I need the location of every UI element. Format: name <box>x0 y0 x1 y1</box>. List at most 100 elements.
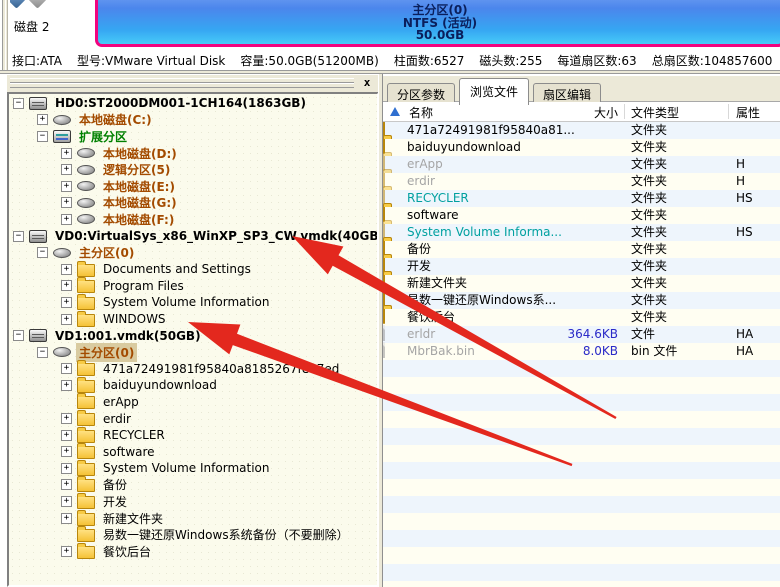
tree-expander-plus[interactable]: + <box>61 164 72 176</box>
tree-expander-plus[interactable]: + <box>61 379 72 391</box>
tree-panel-titlebar[interactable]: x <box>7 75 378 92</box>
tab-browse-files[interactable]: 浏览文件 <box>459 78 530 105</box>
tree-row[interactable]: erApp <box>9 393 377 411</box>
tree-row[interactable]: − VD0:VirtualSys_x86_WinXP_SP3_CW.vmdk(40… <box>9 228 377 245</box>
tree-expander-plus[interactable]: + <box>61 147 72 159</box>
table-row[interactable]: erldr 364.6KB 文件 HA <box>383 325 780 343</box>
table-row[interactable]: software 文件夹 <box>383 206 780 224</box>
tree-row[interactable]: + software <box>9 443 377 460</box>
table-row[interactable]: erdir 文件夹 H <box>383 172 780 190</box>
table-row[interactable]: baiduyundownload 文件夹 <box>383 138 780 156</box>
tree-row[interactable]: + System Volume Information <box>9 459 377 477</box>
table-row[interactable]: MbrBak.bin 8.0KB bin 文件 HA <box>383 342 780 360</box>
nav-back-icon[interactable] <box>10 0 26 8</box>
partition-block[interactable]: 主分区(0) NTFS (活动) 50.0GB <box>95 0 780 47</box>
tree-expander-minus[interactable]: − <box>13 97 24 109</box>
tree-expander-plus[interactable]: + <box>61 263 72 275</box>
folder-icon <box>77 476 95 493</box>
nav-forward-icon[interactable] <box>28 0 47 8</box>
tree-row[interactable]: 易数一键还原Windows系统备份（不要删除） <box>9 526 377 543</box>
disk-info-item: 容量:50.0GB(51200MB) <box>240 54 379 68</box>
table-row[interactable]: 餐饮后台 文件夹 <box>383 308 780 326</box>
tree-expander-plus[interactable]: + <box>61 479 72 491</box>
tree-expander-minus[interactable]: − <box>37 247 48 259</box>
tree-expander-minus[interactable]: − <box>37 130 48 142</box>
drive-icon <box>77 164 95 175</box>
column-header-size[interactable]: 大小 <box>523 104 618 121</box>
tree-row[interactable]: − VD1:001.vmdk(50GB) <box>9 327 377 344</box>
tree-expander-plus[interactable]: + <box>61 280 72 292</box>
folder-icon <box>77 260 95 277</box>
tree-row[interactable]: +471a72491981f95840a8185267fe47ed <box>9 360 377 378</box>
folder-icon <box>77 443 95 460</box>
tree-row[interactable]: + 本地磁盘(C:) <box>9 112 377 129</box>
file-name: software <box>407 208 459 222</box>
disk-info-item: 磁头数:255 <box>479 54 543 68</box>
tree-expander-plus[interactable]: + <box>61 462 72 474</box>
file-list: 471a72491981f95840a81... 文件夹 baiduyundownl… <box>383 122 780 587</box>
tree-expander-plus[interactable]: + <box>61 496 72 508</box>
tree-row[interactable]: + WINDOWS <box>9 310 377 328</box>
file-list-header[interactable]: 名称 大小 文件类型 属性 <box>383 102 780 122</box>
tree-expander-plus[interactable]: + <box>61 363 72 375</box>
tree-expander-plus[interactable]: + <box>61 213 72 225</box>
table-row[interactable]: erApp 文件夹 H <box>383 155 780 173</box>
sort-asc-icon[interactable] <box>390 107 400 116</box>
tree-row[interactable]: − 主分区(0) <box>9 342 377 362</box>
tree-row[interactable]: + 本地磁盘(D:) <box>9 145 377 162</box>
table-row[interactable]: 新建文件夹 文件夹 <box>383 274 780 292</box>
tree-row[interactable]: + 本地磁盘(E:) <box>9 178 377 195</box>
tree-expander-plus[interactable]: + <box>61 512 72 524</box>
disk-selector-label[interactable]: 磁盘 2 <box>14 18 49 35</box>
tree-row[interactable]: + 本地磁盘(F:) <box>9 211 377 228</box>
tree-expander-plus[interactable]: + <box>61 429 72 441</box>
tree-expander-plus[interactable]: + <box>61 180 72 192</box>
tree-row[interactable]: + 开发 <box>9 493 377 510</box>
tree-row[interactable]: + System Volume Information <box>9 293 377 311</box>
table-row[interactable]: 备份 文件夹 <box>383 240 780 258</box>
column-header-type[interactable]: 文件类型 <box>631 104 679 121</box>
column-header-attr[interactable]: 属性 <box>736 104 760 121</box>
tree-row[interactable]: + 餐饮后台 <box>9 542 377 560</box>
table-row[interactable]: RECYCLER 文件夹 HS <box>383 189 780 207</box>
tree-expander-plus[interactable]: + <box>61 313 72 325</box>
list-stripe <box>383 377 780 394</box>
tree-expander-plus[interactable]: + <box>61 446 72 458</box>
tree-expander-plus[interactable]: + <box>61 413 72 425</box>
file-attr: H <box>736 157 746 171</box>
tree-expander-plus[interactable]: + <box>37 114 48 126</box>
table-row[interactable]: 易数一键还原Windows系... 文件夹 <box>383 291 780 309</box>
tree-row[interactable]: + erdir <box>9 410 377 427</box>
tree-row[interactable]: + Program Files <box>9 277 377 295</box>
tree-expander-minus[interactable]: − <box>13 230 24 242</box>
drag-handle[interactable] <box>10 83 354 88</box>
tree-row[interactable]: − HD0:ST2000DM001-1CH164(1863GB) <box>9 95 377 112</box>
close-icon[interactable]: x <box>360 76 374 90</box>
column-separator[interactable] <box>728 104 729 119</box>
table-row[interactable]: 开发 文件夹 <box>383 257 780 275</box>
tree-row[interactable]: − 主分区(0) <box>9 244 377 261</box>
tree-row[interactable]: + 新建文件夹 <box>9 509 377 527</box>
tree-row[interactable]: + baiduyundownload <box>9 376 377 394</box>
file-type: 文件夹 <box>631 174 668 188</box>
folder-icon <box>77 459 95 476</box>
tree-row[interactable]: + 逻辑分区(5) <box>9 161 377 178</box>
file-type: 文件夹 <box>631 123 668 137</box>
disk-icon <box>29 329 47 343</box>
tree-expander-minus[interactable]: − <box>13 330 24 342</box>
table-row[interactable]: System Volume Informa... 文件夹 HS <box>383 223 780 241</box>
tree-row[interactable]: + 备份 <box>9 476 377 494</box>
tree-row[interactable]: + Documents and Settings <box>9 260 377 278</box>
column-separator[interactable] <box>624 104 625 119</box>
tree-expander-plus[interactable]: + <box>61 197 72 209</box>
tree-expander-plus[interactable]: + <box>61 296 72 308</box>
table-row[interactable]: 471a72491981f95840a81... 文件夹 <box>383 122 780 139</box>
tree-row[interactable]: − 扩展分区 <box>9 128 377 145</box>
tab-bar: 分区参数 浏览文件 扇区编辑 <box>383 76 780 106</box>
column-header-name[interactable]: 名称 <box>409 104 433 121</box>
tree-row[interactable]: + RECYCLER <box>9 426 377 444</box>
tree-expander-plus[interactable]: + <box>61 545 72 557</box>
tree-expander-minus[interactable]: − <box>37 346 48 358</box>
file-name: 471a72491981f95840a81... <box>407 123 575 137</box>
tree-row[interactable]: + 本地磁盘(G:) <box>9 195 377 212</box>
